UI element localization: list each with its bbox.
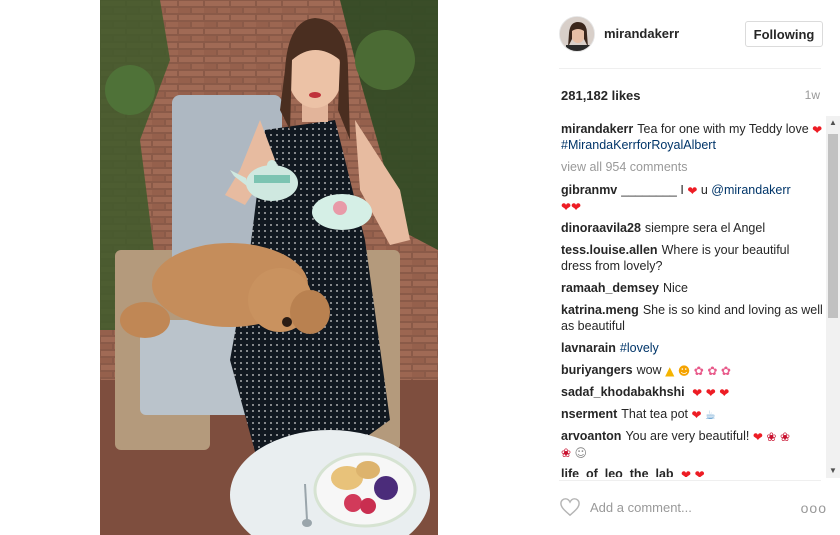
comment-username[interactable]: dinoraavila28 — [561, 221, 641, 235]
comment-text: That tea pot — [621, 407, 688, 421]
heart-icon: ❤ — [692, 386, 703, 400]
comment-hashtag[interactable]: #lovely — [620, 341, 659, 355]
comment-text: wow — [636, 363, 662, 377]
comment-item: katrina.meng She is so kind and loving as… — [561, 302, 823, 334]
scroll-down-arrow-icon[interactable]: ▼ — [826, 464, 840, 478]
heart-icon: ❤ — [687, 184, 698, 198]
comment-username[interactable]: nserment — [561, 407, 617, 421]
comment-mention[interactable]: @mirandakerr — [711, 183, 790, 197]
heart-icon: ❤ — [812, 123, 823, 137]
heart-icon: ❤ — [691, 408, 702, 422]
instagram-post-view: mirandakerr Following 281,182 likes 1w m… — [0, 0, 840, 535]
kiss-icon: ❤❤ — [561, 200, 582, 214]
post-header: mirandakerr Following — [559, 14, 823, 54]
comment-username[interactable]: katrina.meng — [561, 303, 639, 317]
thumbs-up-icon: ▲ — [665, 364, 675, 378]
comment-item: ramaah_demsey Nice — [561, 280, 823, 296]
comment-item: buriyangers wow ▲ ☻ ✿ ✿ ✿ — [561, 362, 823, 378]
scrollbar-thumb[interactable] — [828, 134, 838, 318]
flower-icon: ✿ — [720, 364, 731, 378]
likes-row: 281,182 likes 1w — [561, 88, 820, 104]
comments-list: mirandakerr Tea for one with my Teddy lov… — [561, 121, 823, 477]
comment-text: siempre sera el Angel — [644, 221, 766, 235]
comment-item: sadaf_khodabakhshi ❤ ❤ ❤ — [561, 384, 823, 400]
comment-username[interactable]: sadaf_khodabakhshi — [561, 385, 685, 399]
heart-outline-icon[interactable] — [559, 497, 581, 517]
comment-username[interactable]: ramaah_demsey — [561, 281, 659, 295]
post-timestamp[interactable]: 1w — [805, 88, 820, 102]
add-comment-row: ooo — [559, 494, 826, 522]
comment-item: arvoanton You are very beautiful! ❤ ❀ ❀ ❀… — [561, 428, 823, 460]
rose-icon: ❀ — [779, 430, 791, 444]
comment-username[interactable]: gibranmv — [561, 183, 617, 197]
comment-username[interactable]: tess.louise.allen — [561, 243, 658, 257]
flower-icon: ✿ — [707, 364, 718, 378]
comment-text: You are very beautiful! — [625, 429, 750, 443]
heart-eyes-icon: ☻ — [677, 364, 691, 378]
more-options-icon[interactable]: ooo — [801, 500, 827, 516]
heart-icon: ❤ — [694, 468, 705, 477]
comment-item: gibranmv ________ I ❤ u @mirandakerr ❤❤ — [561, 182, 823, 214]
comments-divider — [559, 480, 821, 481]
post-author-username[interactable]: mirandakerr — [604, 26, 679, 41]
post-photo[interactable] — [100, 0, 438, 535]
smile-icon: ☺ — [574, 446, 588, 460]
heart-icon: ❤ — [719, 386, 730, 400]
comments-scrollbar[interactable]: ▲ ▼ — [826, 116, 840, 478]
header-divider — [559, 68, 821, 69]
comment-username[interactable]: lavnarain — [561, 341, 616, 355]
scroll-up-arrow-icon[interactable]: ▲ — [826, 116, 840, 130]
photo-illustration — [100, 0, 438, 535]
caption-hashtag[interactable]: #MirandaKerrforRoyalAlbert — [561, 138, 716, 152]
heart-icon: ❤ — [705, 386, 716, 400]
add-comment-input[interactable] — [590, 497, 780, 517]
avatar[interactable] — [559, 16, 595, 52]
comment-username[interactable]: arvoanton — [561, 429, 621, 443]
comment-username[interactable]: life_of_leo_the_lab — [561, 467, 674, 477]
likes-count[interactable]: 281,182 likes — [561, 88, 641, 103]
flower-icon: ✿ — [693, 364, 704, 378]
comment-item: nserment That tea pot ❤ ☕ — [561, 406, 823, 422]
following-button[interactable]: Following — [745, 21, 823, 47]
caption-text: Tea for one with my Teddy love — [637, 122, 809, 136]
comment-item: lavnarain #lovely — [561, 340, 823, 356]
post-details-panel: mirandakerr Following 281,182 likes 1w m… — [545, 0, 840, 535]
comment-text: Nice — [662, 281, 688, 295]
avatar-image — [560, 17, 594, 51]
comment-item: life_of_leo_the_lab ❤ ❤ — [561, 466, 823, 477]
cup-icon: ☕ — [705, 408, 716, 422]
comment-item: tess.louise.allen Where is your beautiful… — [561, 242, 823, 274]
kiss-icon: ❤ — [752, 430, 763, 444]
comment-username[interactable]: buriyangers — [561, 363, 633, 377]
comment-item: dinoraavila28 siempre sera el Angel — [561, 220, 823, 236]
view-all-comments-link[interactable]: view all 954 comments — [561, 159, 823, 175]
comment-username[interactable]: mirandakerr — [561, 122, 633, 136]
comment-text: ________ I — [621, 183, 684, 197]
heart-icon: ❤ — [681, 468, 692, 477]
caption: mirandakerr Tea for one with my Teddy lov… — [561, 121, 823, 153]
comment-text-tail: u — [700, 183, 708, 197]
rose-icon: ❀ — [561, 446, 572, 460]
rose-icon: ❀ — [766, 430, 777, 444]
